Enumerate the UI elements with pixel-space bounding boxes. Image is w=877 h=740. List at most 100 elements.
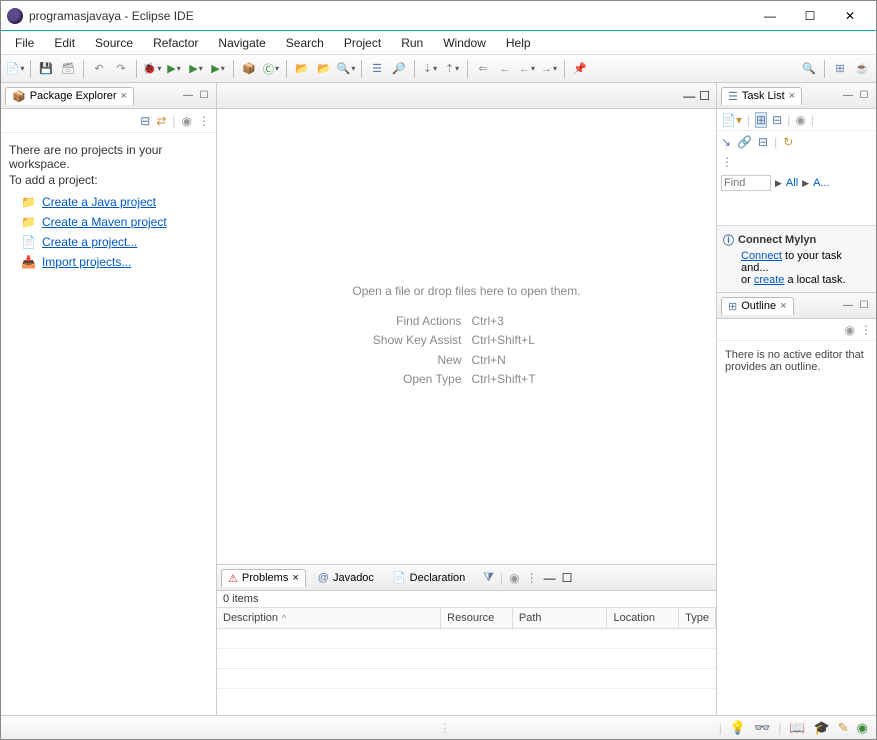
- create-maven-project-link[interactable]: Create a Maven project: [42, 215, 167, 229]
- open-type-button[interactable]: 📂: [292, 59, 312, 79]
- toggle-mark-button[interactable]: 🔎: [389, 59, 409, 79]
- collapse-button[interactable]: ⊟: [758, 135, 768, 149]
- close-icon[interactable]: ×: [292, 572, 298, 584]
- close-icon[interactable]: ×: [780, 300, 786, 312]
- view-menu-button[interactable]: ⋮: [860, 323, 872, 337]
- new-package-button[interactable]: 📦: [239, 59, 259, 79]
- scheduled-button[interactable]: ⊟: [772, 113, 782, 127]
- create-project-link[interactable]: Create a project...: [42, 235, 137, 249]
- menu-source[interactable]: Source: [85, 33, 143, 53]
- back-menu-button[interactable]: ←: [517, 59, 537, 79]
- col-type[interactable]: Type: [679, 608, 716, 628]
- menu-help[interactable]: Help: [496, 33, 541, 53]
- maximize-view-button[interactable]: ☐: [196, 88, 212, 104]
- view-menu-button[interactable]: ⋮: [526, 571, 538, 585]
- col-description[interactable]: Description ^: [217, 608, 441, 628]
- menu-search[interactable]: Search: [276, 33, 334, 53]
- categorized-button[interactable]: ⊞: [755, 112, 767, 128]
- outline-tab[interactable]: ⊞ Outline ×: [721, 297, 794, 315]
- tab-declaration[interactable]: 📄 Declaration: [386, 569, 471, 586]
- tip-button[interactable]: 💡: [730, 720, 746, 736]
- overview-button[interactable]: 📖: [789, 720, 805, 736]
- close-icon[interactable]: ×: [789, 90, 795, 102]
- prev-annotation-button[interactable]: ⇡: [442, 59, 462, 79]
- minimize-view-button[interactable]: —: [180, 88, 196, 104]
- minimize-view-button[interactable]: —: [840, 88, 856, 104]
- filter-button[interactable]: ⧩: [483, 570, 494, 585]
- maximize-view-button[interactable]: ☐: [856, 298, 872, 314]
- close-icon[interactable]: ×: [121, 90, 127, 102]
- editor-maximize-button[interactable]: ☐: [699, 89, 710, 103]
- collapse-all-button[interactable]: ⊟: [140, 114, 150, 128]
- package-explorer-tab[interactable]: 📦 Package Explorer ×: [5, 87, 134, 105]
- tab-javadoc[interactable]: @ Javadoc: [312, 570, 380, 586]
- search-button[interactable]: 🔍: [336, 59, 356, 79]
- find-input[interactable]: [721, 175, 771, 191]
- maximize-button[interactable]: ☐: [790, 4, 830, 28]
- task-list-toolbar: 📄▾ | ⊞ ⊟ | ◉ |: [717, 109, 876, 131]
- toggle-breadcrumb-button[interactable]: ☰: [367, 59, 387, 79]
- create-link[interactable]: create: [754, 274, 785, 286]
- col-resource[interactable]: Resource: [441, 608, 513, 628]
- new-class-button[interactable]: Ⓒ: [261, 59, 281, 79]
- connect-link[interactable]: Connect: [741, 250, 782, 262]
- menu-file[interactable]: File: [5, 33, 44, 53]
- view-menu-button[interactable]: ⋮: [198, 114, 210, 128]
- quick-access-button[interactable]: 🔍: [799, 59, 819, 79]
- shortcut-key: Ctrl+Shift+T: [472, 370, 592, 389]
- java-perspective-button[interactable]: ☕: [852, 59, 872, 79]
- save-button[interactable]: 💾: [36, 59, 56, 79]
- menu-run[interactable]: Run: [391, 33, 433, 53]
- sync-button[interactable]: 🔗: [737, 135, 752, 149]
- minimize-view-button[interactable]: —: [840, 298, 856, 314]
- editor-minimize-button[interactable]: —: [683, 89, 695, 103]
- redo-button[interactable]: ↷: [111, 59, 131, 79]
- forward-menu-button[interactable]: →: [539, 59, 559, 79]
- activate-link[interactable]: A...: [813, 177, 830, 189]
- focus-button[interactable]: ◉: [845, 323, 855, 337]
- updates-button[interactable]: ◉: [857, 720, 868, 736]
- back-hist-button[interactable]: ←: [495, 59, 515, 79]
- open-perspective-button[interactable]: ⊞: [830, 59, 850, 79]
- all-link[interactable]: All: [786, 177, 798, 189]
- tutorials-button[interactable]: 🎓: [814, 720, 830, 736]
- coverage-button[interactable]: ▶: [186, 59, 206, 79]
- maximize-view-button[interactable]: ☐: [856, 88, 872, 104]
- editor-body[interactable]: Open a file or drop files here to open t…: [217, 109, 716, 564]
- col-path[interactable]: Path: [513, 608, 608, 628]
- create-java-project-link[interactable]: Create a Java project: [42, 195, 156, 209]
- focus-task-button[interactable]: ◉: [182, 114, 192, 128]
- task-list-tab[interactable]: ☰ Task List ×: [721, 87, 802, 105]
- minimize-view-button[interactable]: —: [544, 571, 556, 585]
- col-location[interactable]: Location: [607, 608, 679, 628]
- open-task-button[interactable]: 📂: [314, 59, 334, 79]
- run-button[interactable]: ▶: [164, 59, 184, 79]
- focus-workweek-button[interactable]: ◉: [795, 113, 805, 127]
- menu-navigate[interactable]: Navigate: [208, 33, 275, 53]
- pin-editor-button[interactable]: 📌: [570, 59, 590, 79]
- maximize-view-button[interactable]: ☐: [562, 571, 573, 585]
- view-menu-button[interactable]: ⋮: [721, 155, 733, 169]
- menu-edit[interactable]: Edit: [44, 33, 85, 53]
- tab-problems[interactable]: ⚠ Problems ×: [221, 569, 306, 587]
- import-projects-link[interactable]: Import projects...: [42, 255, 131, 269]
- back-button[interactable]: ⇐: [473, 59, 493, 79]
- external-tools-button[interactable]: ▶: [208, 59, 228, 79]
- menu-window[interactable]: Window: [433, 33, 496, 53]
- show-ui-button[interactable]: ↻: [783, 135, 793, 149]
- new-button[interactable]: 📄: [5, 59, 25, 79]
- debug-button[interactable]: 🐞: [142, 59, 162, 79]
- undo-button[interactable]: ↶: [89, 59, 109, 79]
- next-annotation-button[interactable]: ⇣: [420, 59, 440, 79]
- link-editor-button[interactable]: ⇄: [156, 114, 166, 128]
- minimize-button[interactable]: —: [750, 4, 790, 28]
- save-all-button[interactable]: 🗃: [58, 59, 78, 79]
- hide-button[interactable]: ↘: [721, 135, 731, 149]
- whatsnew-button[interactable]: ✎: [838, 720, 849, 736]
- menu-project[interactable]: Project: [334, 33, 391, 53]
- new-task-button[interactable]: 📄▾: [721, 113, 742, 127]
- focus-button[interactable]: ◉: [509, 571, 519, 585]
- samples-button[interactable]: 👓: [754, 720, 770, 736]
- close-button[interactable]: ✕: [830, 4, 870, 28]
- menu-refactor[interactable]: Refactor: [143, 33, 208, 53]
